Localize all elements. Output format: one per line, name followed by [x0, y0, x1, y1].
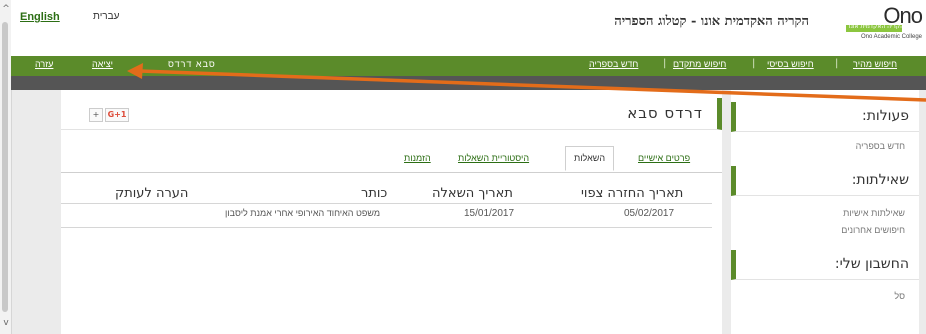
sidebar-item-personal-loans[interactable]: שאילתות אישיות: [843, 208, 905, 218]
nav-separator: |: [835, 58, 839, 69]
panel-header: + G+1 דרדס סבא: [61, 98, 722, 130]
table-header-divider: [61, 203, 712, 204]
sidebar-loans-title: שאילתות:: [851, 172, 909, 188]
account-panel: + G+1 דרדס סבא הזמנות היסטוריית השאלות ה…: [61, 90, 722, 334]
patron-name-title: דרדס סבא: [627, 104, 703, 122]
nav-new-in-library[interactable]: חדש בספריה: [589, 59, 638, 69]
ono-logo: Ono הקריה האקדמית אונו Ono Academic Coll…: [822, 3, 926, 47]
cell-loan-date: 15/01/2017: [464, 208, 515, 219]
nav-logout-link[interactable]: יציאה: [92, 59, 113, 69]
tab-loans[interactable]: השאלות: [565, 146, 615, 171]
cell-due-date: 05/02/2017: [624, 208, 675, 219]
logo-hebrew-text: הקריה האקדמית אונו: [848, 23, 904, 30]
sidebar-loans-header: שאילתות:: [731, 166, 919, 196]
col-due-date: תאריך החזרה צפוי: [581, 186, 684, 201]
account-tabs: הזמנות היסטוריית השאלות השאלות פרטים איש…: [61, 146, 722, 173]
nav-separator: |: [752, 58, 756, 69]
nav-basic-search[interactable]: חיפוש בסיסי: [767, 59, 814, 69]
col-title: כותר: [361, 186, 388, 201]
sidebar-actions-title: פעולות:: [861, 108, 909, 124]
sidebar: פעולות: חדש בספריה שאילתות: שאילתות אישי…: [731, 90, 919, 334]
nav-help-link[interactable]: עזרה: [35, 59, 53, 69]
google-plus-button[interactable]: G+1: [105, 108, 129, 122]
tab-personal-details[interactable]: פרטים אישיים: [638, 153, 690, 163]
share-plus-button[interactable]: +: [89, 108, 103, 122]
language-english-link[interactable]: English: [20, 11, 60, 23]
sidebar-item-new-in-library[interactable]: חדש בספריה: [856, 141, 905, 151]
sidebar-account-header: החשבון שלי:: [731, 250, 919, 280]
col-loan-date: תאריך השאלה: [432, 186, 513, 201]
cell-title[interactable]: משפט האיחוד האירופי אחרי אמנת ליסבון: [225, 208, 380, 218]
sidebar-item-recent-searches[interactable]: חיפושים אחרונים: [841, 225, 905, 235]
sidebar-actions-header: פעולות:: [731, 102, 919, 132]
tab-holds[interactable]: הזמנות: [404, 153, 431, 163]
nav-shadow-band: [11, 76, 926, 90]
sidebar-account-title: החשבון שלי:: [834, 256, 909, 272]
main-nav: עזרה יציאה סבא דרדס חדש בספריה | חיפוש מ…: [11, 56, 926, 76]
table-row-divider: [61, 227, 712, 228]
scrollbar-thumb[interactable]: [2, 22, 8, 312]
sidebar-item-basket[interactable]: סל: [894, 291, 905, 301]
site-title: הקריה האקדמית אונו - קטלוג הספריה: [614, 14, 809, 29]
logo-english-text: Ono Academic College: [860, 34, 922, 40]
nav-quick-search[interactable]: חיפוש מהיר: [853, 59, 897, 69]
nav-advanced-search[interactable]: חיפוש מתקדם: [673, 59, 726, 69]
language-hebrew-label[interactable]: עברית: [93, 11, 119, 22]
col-copy-note: הערה לעותק: [115, 186, 189, 201]
header: English עברית הקריה האקדמית אונו - קטלוג…: [11, 0, 926, 57]
scroll-down-icon[interactable]: v: [1, 318, 11, 328]
nav-separator: |: [663, 58, 667, 69]
tab-loan-history[interactable]: היסטוריית השאלות: [458, 153, 529, 163]
scroll-up-icon[interactable]: ^: [1, 4, 11, 14]
nav-user-name: סבא דרדס: [168, 59, 216, 69]
